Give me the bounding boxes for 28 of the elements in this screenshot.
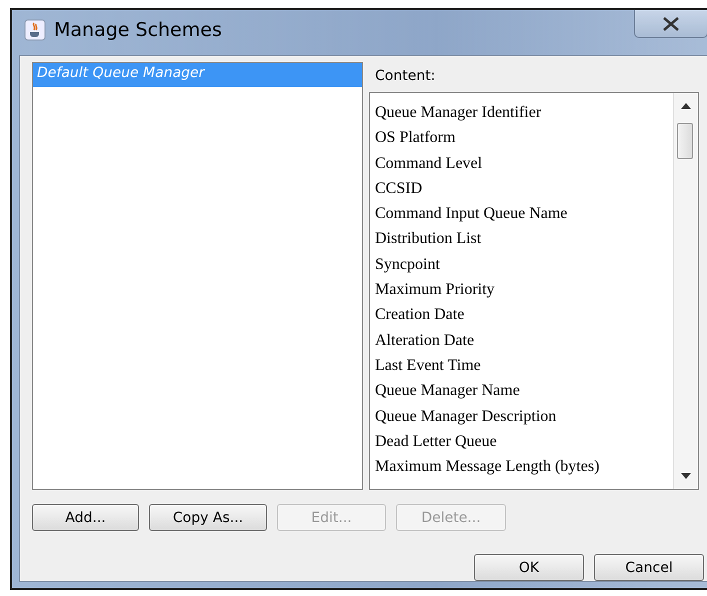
content-item[interactable]: Maximum Priority bbox=[375, 277, 673, 302]
window-title: Manage Schemes bbox=[54, 18, 222, 40]
cancel-button[interactable]: Cancel bbox=[594, 554, 704, 581]
content-item[interactable]: Command Input Queue Name bbox=[375, 201, 673, 226]
ok-button[interactable]: OK bbox=[474, 554, 584, 581]
content-item[interactable]: Last Event Time bbox=[375, 352, 673, 378]
content-item[interactable]: OS Platform bbox=[375, 125, 673, 151]
action-button[interactable]: Copy As... bbox=[149, 504, 267, 531]
content-item[interactable]: Dead Letter Queue bbox=[375, 428, 673, 454]
content-item[interactable]: Creation Date bbox=[375, 302, 673, 328]
scroll-down-icon[interactable] bbox=[681, 473, 691, 479]
content-item[interactable]: Command Level bbox=[375, 150, 673, 176]
scroll-up-icon[interactable] bbox=[681, 103, 691, 109]
content-item[interactable]: Syncpoint bbox=[375, 252, 673, 278]
content-item[interactable]: Maximum Message Length (bytes) bbox=[375, 454, 673, 480]
scrollbar[interactable] bbox=[673, 93, 698, 489]
content-item[interactable]: Distribution List bbox=[375, 226, 673, 252]
scroll-thumb[interactable] bbox=[677, 123, 693, 159]
action-button[interactable]: Add... bbox=[32, 504, 139, 531]
java-cup-icon bbox=[24, 18, 46, 40]
content-item[interactable]: Queue Manager Identifier bbox=[375, 100, 673, 126]
content-item[interactable]: CCSID bbox=[375, 176, 673, 202]
content-item[interactable]: Alteration Date bbox=[375, 328, 673, 353]
content-item[interactable]: Queue Manager Description bbox=[375, 404, 673, 429]
close-icon bbox=[661, 16, 681, 32]
close-button[interactable] bbox=[634, 10, 707, 38]
content-item[interactable]: Queue Manager Name bbox=[375, 378, 673, 404]
content-label: Content: bbox=[374, 67, 436, 86]
